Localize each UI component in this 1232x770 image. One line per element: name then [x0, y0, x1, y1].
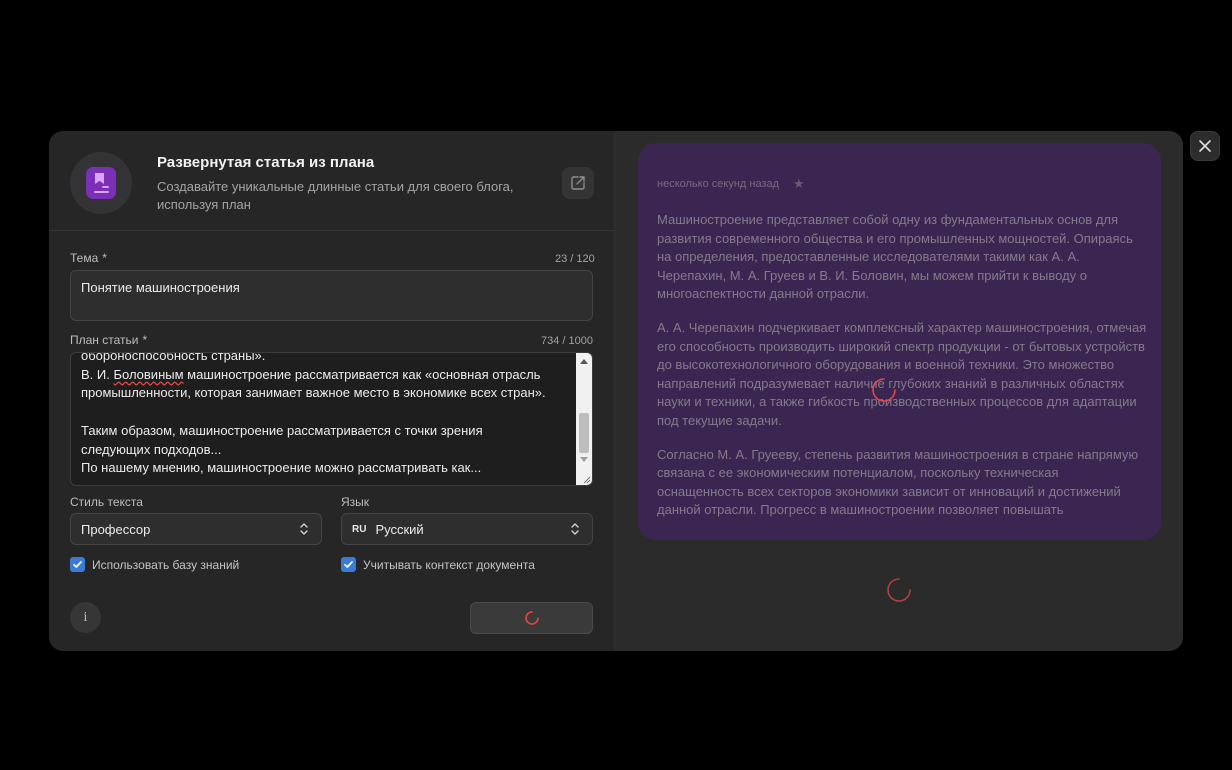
checkbox-checked-icon[interactable]: [341, 557, 356, 572]
chevron-updown-icon: [571, 523, 579, 535]
close-button[interactable]: [1190, 131, 1220, 161]
plan-scrollbar[interactable]: [576, 353, 592, 485]
doc-context-checkbox[interactable]: Учитывать контекст документа: [341, 557, 535, 572]
tool-description: Создавайте уникальные длинные статьи для…: [157, 179, 514, 212]
info-button[interactable]: i: [70, 602, 101, 633]
scroll-up-arrow-icon[interactable]: [580, 359, 588, 364]
style-select[interactable]: Профессор: [70, 513, 322, 545]
language-select[interactable]: RU Русский: [341, 513, 593, 545]
article-bookmark-icon: [86, 167, 116, 199]
favorite-star-icon[interactable]: ★: [793, 176, 805, 192]
info-icon: i: [83, 609, 88, 625]
plan-counter: 734 / 1000: [541, 335, 593, 347]
generate-button[interactable]: [470, 602, 593, 634]
plan-text: обороноспособность страны». В. И. Болови…: [81, 352, 546, 476]
result-meta: несколько секунд назад ★: [657, 176, 805, 192]
plan-line-misspelled: В. И. Боловиным машиностроение рассматри…: [81, 366, 541, 382]
result-panel: несколько секунд назад ★ Машиностроение …: [615, 131, 1183, 651]
topic-counter: 23 / 120: [555, 253, 595, 265]
tool-header: Развернутая статья из плана Создавайте у…: [49, 131, 614, 231]
chevron-updown-icon: [300, 523, 308, 535]
knowledge-base-label: Использовать базу знаний: [92, 557, 240, 572]
open-external-icon: [571, 176, 585, 190]
language-code: RU: [352, 523, 367, 535]
style-value: Профессор: [81, 521, 151, 537]
misspelled-word[interactable]: Боловиным: [113, 367, 183, 382]
doc-context-label: Учитывать контекст документа: [363, 557, 535, 572]
plan-label: План статьи *: [70, 333, 148, 347]
article-generator-modal: Развернутая статья из плана Создавайте у…: [49, 131, 1183, 651]
open-external-button[interactable]: [562, 167, 594, 199]
result-paragraph: Согласно М. А. Груееву, степень развития…: [657, 446, 1139, 518]
language-label: Язык: [341, 495, 370, 509]
scroll-thumb[interactable]: [579, 413, 589, 453]
scroll-down-arrow-icon[interactable]: [580, 457, 588, 462]
knowledge-base-checkbox[interactable]: Использовать базу знаний: [70, 557, 239, 572]
topic-label: Тема *: [70, 251, 107, 265]
style-label: Стиль текста: [70, 495, 143, 509]
close-icon: [1199, 140, 1211, 152]
result-paragraph: А. А. Черепахин подчеркивает комплексный…: [657, 319, 1147, 428]
result-card: несколько секунд назад ★ Машиностроение …: [638, 143, 1161, 540]
result-timestamp: несколько секунд назад: [657, 178, 780, 190]
checkbox-checked-icon[interactable]: [70, 557, 85, 572]
plan-textarea[interactable]: обороноспособность страны». В. И. Болови…: [70, 352, 593, 486]
language-value: Русский: [375, 521, 424, 537]
loading-spinner-icon: [524, 611, 539, 625]
resize-handle-icon[interactable]: [581, 474, 591, 484]
form-panel: Развернутая статья из плана Создавайте у…: [49, 131, 615, 651]
tool-avatar: [70, 152, 132, 214]
loading-spinner-icon: [887, 578, 911, 602]
topic-input[interactable]: Понятие машиностроения: [70, 270, 593, 321]
result-paragraph: Машиностроение представляет собой одну и…: [657, 212, 1133, 302]
loading-spinner-icon: [872, 378, 896, 402]
tool-title: Развернутая статья из плана: [157, 154, 375, 171]
result-text: Машиностроение представляет собой одну и…: [657, 211, 1147, 535]
